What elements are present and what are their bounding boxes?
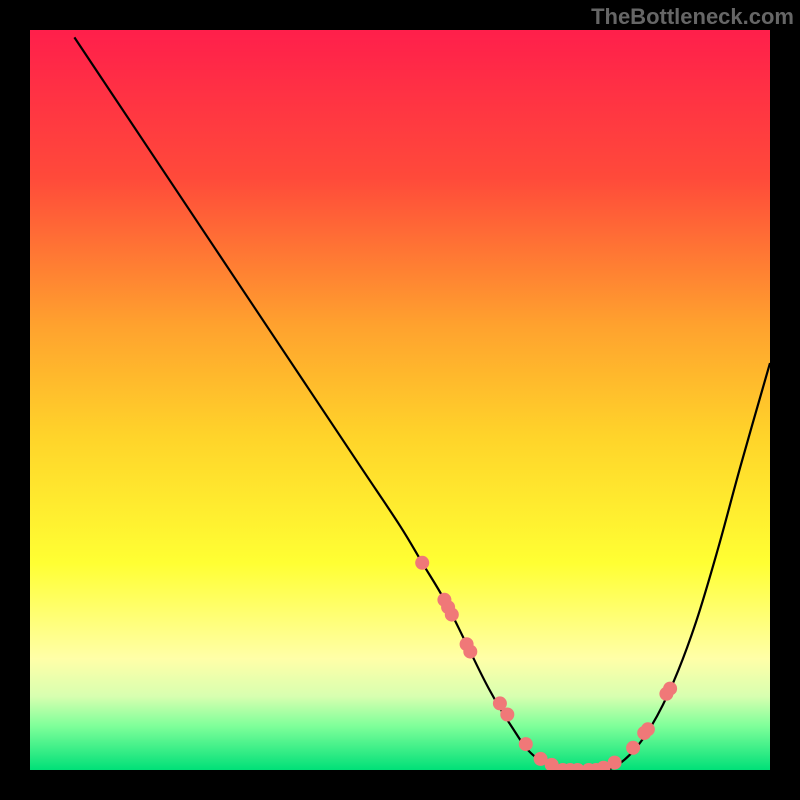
scatter-point — [626, 741, 640, 755]
chart-svg — [30, 30, 770, 770]
scatter-point — [608, 756, 622, 770]
scatter-point — [519, 737, 533, 751]
plot-area — [30, 30, 770, 770]
watermark-label: TheBottleneck.com — [591, 4, 794, 30]
scatter-point — [415, 556, 429, 570]
chart-wrapper: TheBottleneck.com — [0, 0, 800, 800]
scatter-point — [641, 722, 655, 736]
scatter-point — [445, 608, 459, 622]
scatter-point — [500, 708, 514, 722]
gradient-background — [30, 30, 770, 770]
scatter-point — [663, 682, 677, 696]
scatter-point — [463, 645, 477, 659]
